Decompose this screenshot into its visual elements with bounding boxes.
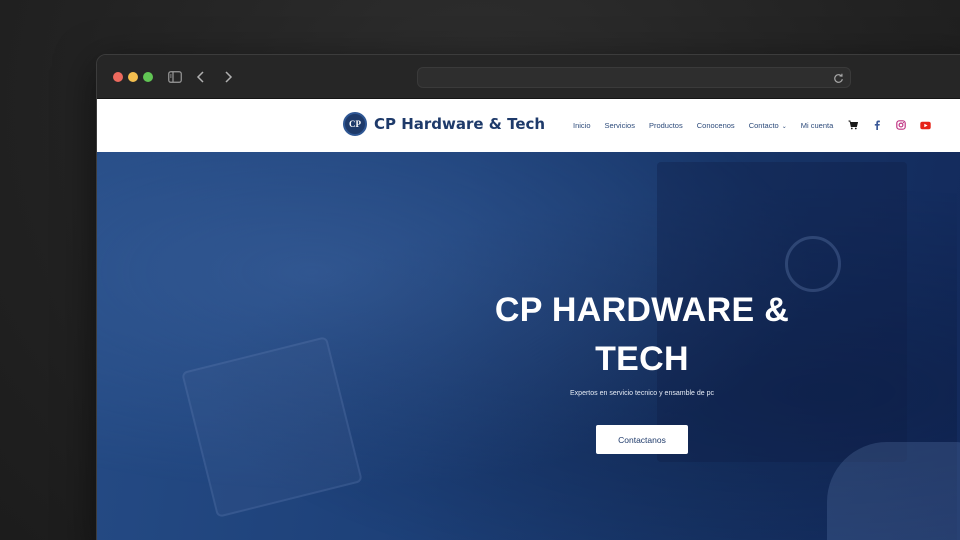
hero-section: CP HARDWARE & TECH Expertos en servicio …	[97, 152, 960, 540]
chevron-down-icon: ⌄	[781, 123, 787, 130]
site-header: CP CP Hardware & Tech Inicio Servicios P…	[97, 99, 960, 152]
sidebar-icon[interactable]	[165, 67, 185, 87]
main-navigation: Inicio Servicios Productos Conocenos Con…	[573, 119, 943, 131]
site-logo[interactable]: CP CP Hardware & Tech	[343, 112, 545, 136]
contactanos-button[interactable]: Contactanos	[596, 425, 688, 454]
nav-link-contacto-label: Contacto	[748, 120, 779, 130]
hand-silhouette	[827, 442, 960, 540]
facebook-icon[interactable]	[871, 119, 883, 131]
hero-title: CP HARDWARE & TECH	[467, 286, 817, 384]
cart-icon[interactable]	[847, 119, 859, 131]
nav-link-mi-cuenta[interactable]: Mi cuenta	[801, 121, 834, 130]
hero-subtitle: Expertos en servicio tecnico y ensamble …	[570, 390, 714, 397]
nav-link-contacto[interactable]: Contacto ⌄	[749, 121, 787, 130]
nav-link-conocenos[interactable]: Conocenos	[697, 121, 735, 130]
back-icon[interactable]	[191, 67, 211, 87]
forward-icon[interactable]	[218, 67, 238, 87]
logo-mark: CP	[343, 112, 367, 136]
hero-title-line-2: TECH	[595, 340, 689, 378]
instagram-icon[interactable]	[895, 119, 907, 131]
browser-toolbar	[97, 55, 960, 99]
browser-window: CP CP Hardware & Tech Inicio Servicios P…	[96, 54, 960, 540]
youtube-icon[interactable]	[919, 119, 931, 131]
fan-silhouette	[785, 236, 841, 292]
close-window-button[interactable]	[113, 72, 123, 82]
minimize-window-button[interactable]	[128, 72, 138, 82]
zoom-window-button[interactable]	[143, 72, 153, 82]
reload-icon[interactable]	[833, 71, 844, 89]
nav-link-inicio[interactable]: Inicio	[573, 121, 591, 130]
brand-name: CP Hardware & Tech	[374, 115, 546, 133]
nav-link-servicios[interactable]: Servicios	[605, 121, 635, 130]
web-page: CP CP Hardware & Tech Inicio Servicios P…	[97, 99, 960, 540]
hero-title-line-1: CP HARDWARE &	[494, 291, 790, 329]
nav-link-productos[interactable]: Productos	[649, 121, 683, 130]
address-bar[interactable]	[417, 67, 851, 88]
